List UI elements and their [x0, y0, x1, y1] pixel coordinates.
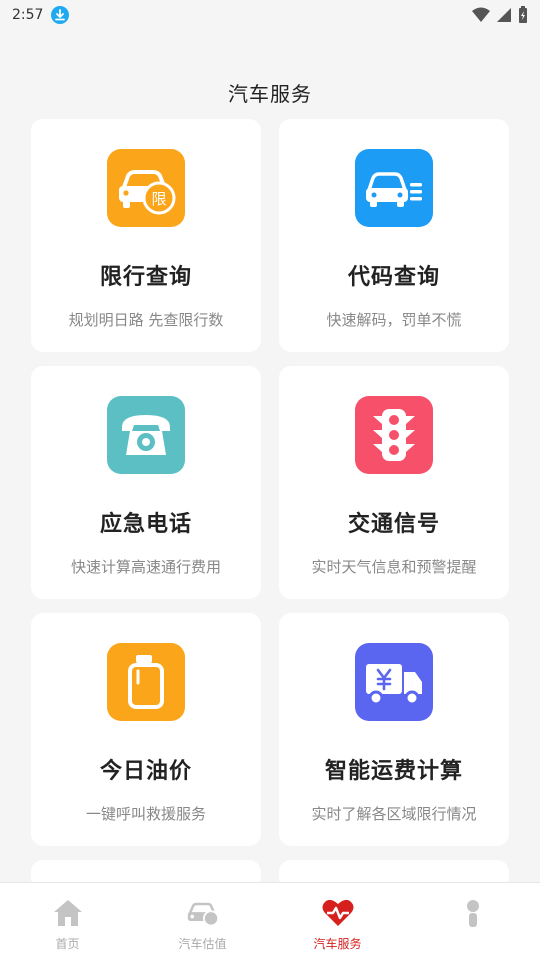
card-subtitle: 实时天气信息和预警提醒 [311, 558, 477, 576]
card-subtitle: 实时了解各区域限行情况 [311, 805, 477, 823]
heart-service-icon [321, 897, 355, 929]
fuel-can-icon [107, 643, 185, 721]
service-card-freight-calc[interactable]: 智能运费计算 实时了解各区域限行情况 [279, 613, 509, 846]
tab-home[interactable]: 首页 [0, 883, 135, 960]
card-subtitle: 快速解码，罚单不慌 [326, 311, 462, 329]
bottom-tab-bar: 首页 汽车估值 汽车服务 [0, 882, 540, 960]
telephone-icon [107, 396, 185, 474]
home-icon [51, 897, 85, 929]
car-restriction-icon: 限 [107, 149, 185, 227]
page-title: 汽车服务 [228, 82, 312, 106]
card-subtitle: 快速计算高速通行费用 [70, 558, 221, 576]
traffic-light-icon [355, 396, 433, 474]
battery-icon [519, 6, 527, 23]
card-title: 应急电话 [99, 512, 192, 537]
card-title: 代码查询 [347, 265, 440, 290]
service-card-emergency-phone[interactable]: 应急电话 快速计算高速通行费用 [31, 366, 261, 599]
card-subtitle: 规划明日路 先查限行数 [68, 311, 224, 329]
car-valuation-icon [186, 897, 220, 929]
card-title: 今日油价 [99, 759, 192, 784]
tab-label: 首页 [55, 937, 80, 951]
service-grid: 限 限行查询 规划明日路 先查限行数 代码查询 快速解码，罚单不慌 应急电话 快… [31, 119, 509, 890]
tab-profile[interactable] [405, 883, 540, 960]
wifi-icon [472, 7, 490, 22]
service-card-restriction[interactable]: 限 限行查询 规划明日路 先查限行数 [31, 119, 261, 352]
restriction-badge-text: 限 [151, 190, 166, 208]
status-time: 2:57 [12, 7, 44, 23]
profile-icon [456, 897, 490, 929]
service-card-oil-price[interactable]: 今日油价 一键呼叫救援服务 [31, 613, 261, 846]
service-card-code[interactable]: 代码查询 快速解码，罚单不慌 [279, 119, 509, 352]
car-code-icon [355, 149, 433, 227]
card-title: 限行查询 [99, 265, 192, 290]
truck-yuan-icon [355, 643, 433, 721]
tab-car-service[interactable]: 汽车服务 [270, 883, 405, 960]
service-card-traffic-signal[interactable]: 交通信号 实时天气信息和预警提醒 [279, 366, 509, 599]
status-icons [472, 6, 528, 24]
card-title: 交通信号 [347, 512, 440, 537]
card-title: 智能运费计算 [324, 759, 463, 784]
tab-label: 汽车服务 [313, 937, 362, 951]
card-subtitle: 一键呼叫救援服务 [85, 805, 206, 823]
download-icon [51, 6, 70, 24]
status-bar: 2:57 [0, 0, 540, 30]
signal-icon [497, 8, 511, 22]
tab-car-valuation[interactable]: 汽车估值 [135, 883, 270, 960]
tab-label: 汽车估值 [178, 937, 227, 951]
